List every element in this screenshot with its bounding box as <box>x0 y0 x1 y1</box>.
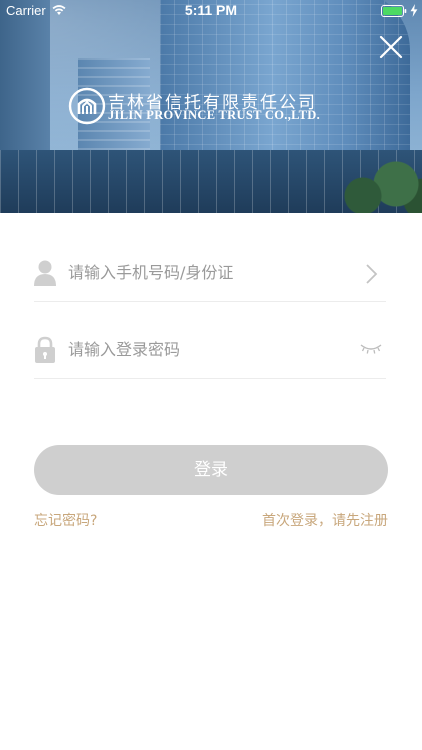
logo-mark-icon <box>68 87 106 125</box>
close-icon[interactable] <box>376 32 406 62</box>
clock: 5:11 PM <box>184 2 238 18</box>
user-icon <box>34 260 56 286</box>
login-button[interactable]: 登录 <box>34 445 388 495</box>
phone-field-row <box>34 243 386 302</box>
lock-icon <box>35 336 55 363</box>
eye-closed-icon[interactable] <box>360 342 382 356</box>
brand-name-en: JILIN PROVINCE TRUST CO.,LTD. <box>108 108 320 122</box>
forgot-password-link[interactable]: 忘记密码? <box>34 510 97 530</box>
chevron-right-icon[interactable] <box>364 263 378 285</box>
phone-input[interactable] <box>68 257 348 287</box>
register-link[interactable]: 首次登录，请先注册 <box>262 510 388 530</box>
password-input[interactable] <box>68 334 348 364</box>
password-field-row <box>34 320 386 379</box>
hero-banner: Carrier 5:11 PM 吉林省信托有限责任公司 JILIN PROVIN… <box>0 0 422 213</box>
status-bar: Carrier 5:11 PM <box>0 0 422 22</box>
trees <box>330 160 422 213</box>
brand-logo: 吉林省信托有限责任公司 JILIN PROVINCE TRUST CO.,LTD… <box>68 86 348 126</box>
charging-bolt-icon <box>410 4 418 17</box>
battery-icon <box>381 5 407 17</box>
